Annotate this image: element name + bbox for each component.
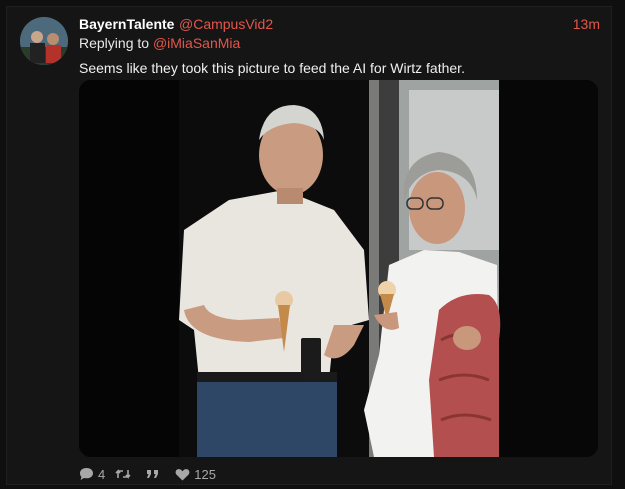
timestamp[interactable]: 13m	[573, 16, 600, 32]
heart-icon	[175, 468, 190, 480]
tweet-text: Seems like they took this picture to fee…	[79, 60, 465, 76]
reply-count: 4	[98, 466, 106, 482]
tweet-photo[interactable]	[79, 80, 598, 457]
display-name[interactable]: BayernTalente	[79, 16, 174, 32]
like-count: 125	[194, 466, 216, 482]
reply-button[interactable]: 4	[79, 467, 105, 482]
replying-label: Replying to	[79, 35, 150, 51]
user-handle[interactable]: @CampusVid2	[179, 16, 273, 32]
photo-image	[79, 80, 598, 457]
reply-mention-link[interactable]: @iMiaSanMia	[153, 35, 240, 51]
retweet-button[interactable]	[115, 468, 135, 480]
action-bar: 4 125	[79, 466, 226, 482]
retweet-icon	[115, 469, 131, 479]
like-button[interactable]: 125	[175, 467, 216, 482]
comment-icon	[80, 468, 93, 480]
quote-icon	[147, 470, 159, 478]
avatar[interactable]	[20, 17, 68, 65]
avatar-image	[20, 17, 68, 65]
quote-button[interactable]	[145, 468, 165, 480]
replying-to: Replying to @iMiaSanMia	[79, 35, 240, 51]
